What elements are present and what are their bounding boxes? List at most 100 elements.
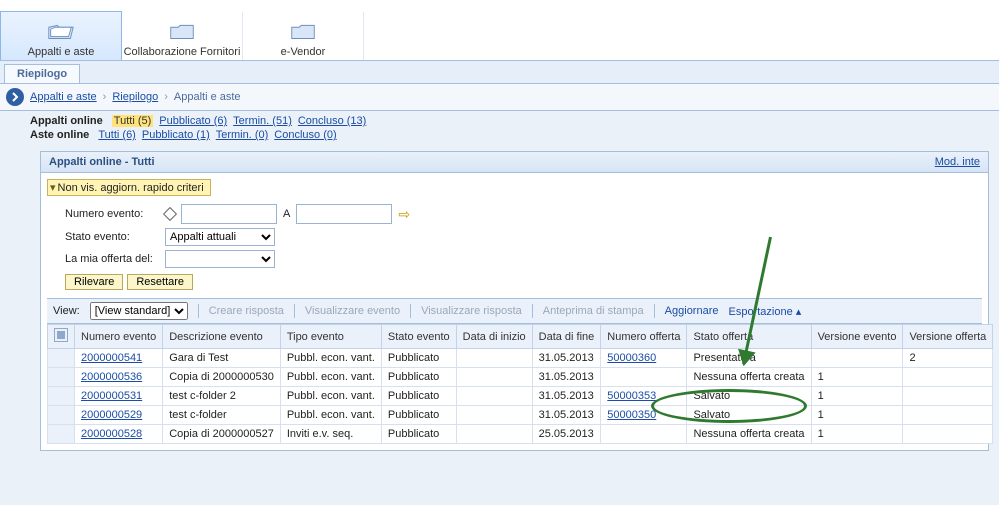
cell-numero-offerta[interactable]: 50000360 xyxy=(601,349,687,368)
aste-filter-link[interactable]: Tutti (6) xyxy=(98,129,136,141)
toolbar-item-label: Collaborazione Fornitori xyxy=(124,46,241,58)
table-row[interactable]: 2000000531test c-folder 2Pubbl. econ. va… xyxy=(48,387,993,406)
row-selector[interactable] xyxy=(48,425,75,444)
tab-riepilogo[interactable]: Riepilogo xyxy=(4,64,80,83)
cell-numero-offerta-link[interactable]: 50000360 xyxy=(607,352,656,364)
go-arrow-icon[interactable]: ⇨ xyxy=(398,206,410,223)
cell-data-fine: 31.05.2013 xyxy=(532,349,601,368)
toggle-label: Non vis. aggiorn. rapido criteri xyxy=(58,182,204,194)
cell-numero-offerta[interactable]: 50000353 xyxy=(601,387,687,406)
cell-versione-offerta xyxy=(903,387,993,406)
breadcrumb-item[interactable]: Appalti e aste xyxy=(30,91,97,103)
cell-tipo-evento: Inviti e.v. seq. xyxy=(280,425,381,444)
folder-open-icon xyxy=(46,18,76,44)
cell-versione-offerta xyxy=(903,425,993,444)
cell-numero-offerta-link[interactable]: 50000353 xyxy=(607,390,656,402)
col-data-fine[interactable]: Data di fine xyxy=(532,325,601,349)
aste-filter-link[interactable]: Pubblicato (1) xyxy=(142,129,210,141)
cell-stato-offerta: Salvato xyxy=(687,406,811,425)
appalti-filter-link[interactable]: Concluso (13) xyxy=(298,115,366,127)
aste-filter-link[interactable]: Termin. (0) xyxy=(216,129,269,141)
resettare-button[interactable]: Resettare xyxy=(127,274,193,290)
chevron-down-icon: ▾ xyxy=(50,181,56,194)
view-select[interactable]: [View standard] xyxy=(90,302,188,320)
cell-numero-evento-link[interactable]: 2000000528 xyxy=(81,428,142,440)
toolbar-item-collaborazione[interactable]: Collaborazione Fornitori xyxy=(122,12,243,60)
cell-versione-evento: 1 xyxy=(811,406,903,425)
cell-numero-offerta[interactable] xyxy=(601,368,687,387)
toolbar-item-evendor[interactable]: e-Vendor xyxy=(243,12,364,60)
cell-tipo-evento: Pubbl. econ. vant. xyxy=(280,368,381,387)
select-all-header[interactable] xyxy=(48,325,75,349)
row-selector[interactable] xyxy=(48,406,75,425)
panel-header: Appalti online - Tutti Mod. inte xyxy=(41,152,988,173)
nav-back-button[interactable] xyxy=(6,88,24,106)
cell-descrizione-evento: Copia di 2000000530 xyxy=(163,368,281,387)
cell-numero-evento[interactable]: 2000000541 xyxy=(75,349,163,368)
toolbar-item-label: e-Vendor xyxy=(281,46,326,58)
stato-evento-select[interactable]: Appalti attuali xyxy=(165,228,275,246)
cell-versione-evento: 1 xyxy=(811,368,903,387)
cell-numero-evento-link[interactable]: 2000000541 xyxy=(81,352,142,364)
cell-stato-offerta: Nessuna offerta creata xyxy=(687,425,811,444)
cell-numero-evento-link[interactable]: 2000000531 xyxy=(81,390,142,402)
filter-aste-label: Aste online xyxy=(30,129,89,141)
creare-risposta-link[interactable]: Creare risposta xyxy=(209,305,284,317)
table-row[interactable]: 2000000541Gara di TestPubbl. econ. vant.… xyxy=(48,349,993,368)
subtab-strip: Riepilogo xyxy=(0,61,999,84)
visualizzare-risposta-link[interactable]: Visualizzare risposta xyxy=(421,305,522,317)
filter-summary: Appalti online Tutti (5)Pubblicato (6)Te… xyxy=(0,111,999,147)
cell-numero-evento[interactable]: 2000000536 xyxy=(75,368,163,387)
aggiornare-link[interactable]: Aggiornare xyxy=(665,305,719,317)
toolbar-item-appalti[interactable]: Appalti e aste xyxy=(0,11,122,60)
appalti-filter-link[interactable]: Termin. (51) xyxy=(233,115,292,127)
cell-numero-evento[interactable]: 2000000531 xyxy=(75,387,163,406)
esportazione-link[interactable]: Esportazione ▴ xyxy=(729,305,802,318)
col-versione-offerta[interactable]: Versione offerta xyxy=(903,325,993,349)
toggle-quick-criteria[interactable]: ▾ Non vis. aggiorn. rapido criteri xyxy=(47,179,211,196)
chevron-right-icon xyxy=(10,92,20,102)
numero-evento-from-input[interactable] xyxy=(181,204,277,224)
offerta-del-select[interactable] xyxy=(165,250,275,268)
cell-numero-offerta-link[interactable]: 50000350 xyxy=(607,409,656,421)
cell-data-inizio xyxy=(456,368,532,387)
rilevare-button[interactable]: Rilevare xyxy=(65,274,123,290)
separator xyxy=(294,304,295,318)
table-row[interactable]: 2000000536 Copia di 2000000530Pubbl. econ… xyxy=(48,368,993,387)
cell-numero-evento-link[interactable]: 2000000536 xyxy=(81,371,142,383)
col-stato-evento[interactable]: Stato evento xyxy=(381,325,456,349)
cell-numero-evento[interactable]: 2000000529 xyxy=(75,406,163,425)
visualizzare-evento-link[interactable]: Visualizzare evento xyxy=(305,305,400,317)
cell-numero-offerta[interactable] xyxy=(601,425,687,444)
cell-tipo-evento: Pubbl. econ. vant. xyxy=(280,387,381,406)
row-selector[interactable] xyxy=(48,349,75,368)
col-stato-offerta[interactable]: Stato offerta xyxy=(687,325,811,349)
anteprima-stampa-link[interactable]: Anteprima di stampa xyxy=(543,305,644,317)
cell-numero-evento-link[interactable]: 2000000529 xyxy=(81,409,142,421)
row-selector[interactable] xyxy=(48,387,75,406)
col-numero-evento[interactable]: Numero evento xyxy=(75,325,163,349)
breadcrumb-item[interactable]: Riepilogo xyxy=(112,91,158,103)
tab-label: Riepilogo xyxy=(17,68,67,80)
col-versione-evento[interactable]: Versione evento xyxy=(811,325,903,349)
main-toolbar: Appalti e aste Collaborazione Fornitori … xyxy=(0,0,999,61)
col-numero-offerta[interactable]: Numero offerta xyxy=(601,325,687,349)
row-selector[interactable] xyxy=(48,368,75,387)
breadcrumb-sep: › xyxy=(164,91,168,103)
cell-numero-evento[interactable]: 2000000528 xyxy=(75,425,163,444)
cell-numero-offerta[interactable]: 50000350 xyxy=(601,406,687,425)
numero-evento-to-input[interactable] xyxy=(296,204,392,224)
separator xyxy=(410,304,411,318)
col-descrizione-evento[interactable]: Descrizione evento xyxy=(163,325,281,349)
aste-filter-link[interactable]: Concluso (0) xyxy=(274,129,336,141)
col-data-inizio[interactable]: Data di inizio xyxy=(456,325,532,349)
offerta-del-label: La mia offerta del: xyxy=(65,253,165,265)
appalti-filter-link[interactable]: Tutti (5) xyxy=(112,115,154,127)
table-row[interactable]: 2000000529test c-folderPubbl. econ. vant… xyxy=(48,406,993,425)
table-row[interactable]: 2000000528Copia di 2000000527Inviti e.v.… xyxy=(48,425,993,444)
appalti-filter-link[interactable]: Pubblicato (6) xyxy=(159,115,227,127)
cell-stato-evento: Pubblicato xyxy=(381,349,456,368)
breadcrumb-current: Appalti e aste xyxy=(174,91,241,103)
modify-query-link[interactable]: Mod. inte xyxy=(935,156,980,168)
col-tipo-evento[interactable]: Tipo evento xyxy=(280,325,381,349)
